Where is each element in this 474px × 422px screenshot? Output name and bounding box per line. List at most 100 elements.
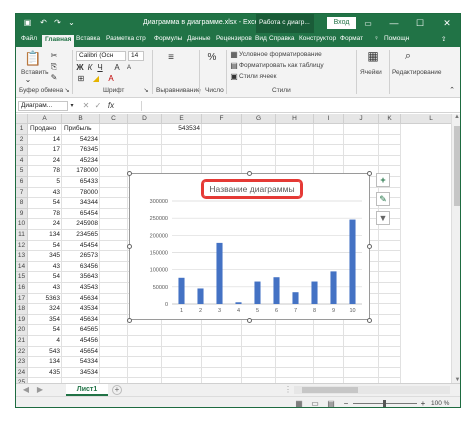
cell-value[interactable]: 64565: [62, 325, 100, 336]
cell-value[interactable]: 5: [28, 177, 62, 188]
tab-review[interactable]: Рецензиров: [216, 35, 252, 42]
resize-handle[interactable]: [127, 244, 132, 249]
tab-tell-me[interactable]: Помощн: [384, 35, 409, 42]
cell-value[interactable]: 324: [28, 304, 62, 315]
column-header[interactable]: K: [379, 114, 401, 124]
resize-handle[interactable]: [127, 171, 132, 176]
cell-value[interactable]: 14: [28, 135, 62, 146]
row-header[interactable]: 3: [16, 145, 28, 156]
zoom-slider-thumb[interactable]: [383, 400, 386, 407]
row-header[interactable]: 4: [16, 155, 28, 167]
page-break-icon[interactable]: ▤: [326, 399, 336, 407]
cell-value[interactable]: 43534: [62, 304, 100, 315]
tab-design[interactable]: Конструктор: [299, 35, 336, 42]
horizontal-scrollbar[interactable]: [294, 386, 450, 394]
row-header[interactable]: 15: [16, 272, 28, 283]
chevron-left-icon[interactable]: ◀: [22, 385, 30, 395]
resize-handle[interactable]: [247, 318, 252, 323]
borders-icon[interactable]: ⊞: [76, 74, 86, 84]
row-header[interactable]: 19: [16, 314, 28, 326]
cut-icon[interactable]: ✂: [49, 51, 59, 61]
more-icon[interactable]: ⋮: [284, 385, 292, 395]
cell-value[interactable]: 45234: [62, 156, 100, 167]
cell-value[interactable]: 45454: [62, 241, 100, 252]
cell-value[interactable]: 43: [28, 188, 62, 199]
brush-icon[interactable]: ✎: [376, 192, 390, 206]
normal-view-icon[interactable]: ▦: [294, 399, 304, 407]
cell-value[interactable]: 43: [28, 262, 62, 273]
cell-value[interactable]: 35643: [62, 272, 100, 283]
column-header[interactable]: H: [276, 114, 314, 124]
cell-value[interactable]: 45456: [62, 336, 100, 347]
font-color-icon[interactable]: A: [106, 74, 116, 84]
tab-help[interactable]: Справка: [269, 35, 295, 42]
row-header[interactable]: 21: [16, 336, 28, 347]
cell-value[interactable]: 45634: [62, 294, 100, 305]
row-header[interactable]: 5: [16, 166, 28, 177]
row-header[interactable]: 20: [16, 325, 28, 336]
chevron-up-icon[interactable]: ▲: [452, 114, 460, 120]
zoom-out-button[interactable]: −: [342, 399, 350, 407]
row-header[interactable]: 22: [16, 346, 28, 358]
row-header[interactable]: 17: [16, 293, 28, 305]
cell-value[interactable]: 24: [28, 219, 62, 230]
ribbon-display-icon[interactable]: ▭: [361, 17, 375, 30]
cell-value[interactable]: 54: [28, 272, 62, 283]
chevron-down-icon[interactable]: ⌄: [23, 75, 33, 85]
fx-icon[interactable]: fx: [106, 101, 116, 111]
maximize-button[interactable]: ☐: [413, 17, 427, 30]
row-header[interactable]: 10: [16, 219, 28, 230]
redo-icon[interactable]: ↷: [52, 17, 63, 29]
conditional-format-icon[interactable]: ▦: [230, 50, 238, 60]
cell-value[interactable]: 54: [28, 241, 62, 252]
save-icon[interactable]: ▣: [22, 17, 33, 29]
chart[interactable]: Название диаграммы 300000 250000 200000 150…: [129, 173, 370, 320]
page-layout-icon[interactable]: ▭: [310, 399, 320, 407]
paste-icon[interactable]: 📋: [24, 50, 41, 66]
cell-value[interactable]: 43: [28, 283, 62, 294]
cell-value[interactable]: 45654: [62, 347, 100, 358]
chevron-right-icon[interactable]: ▶: [36, 385, 44, 395]
cell-value[interactable]: 34344: [62, 198, 100, 209]
cell-value[interactable]: 78000: [62, 188, 100, 199]
row-header[interactable]: 13: [16, 251, 28, 262]
resize-handle[interactable]: [367, 244, 372, 249]
cell-value[interactable]: 543: [28, 347, 62, 358]
cell-value[interactable]: Прибыль: [62, 124, 100, 135]
name-box[interactable]: Диаграм...: [18, 101, 68, 111]
row-header[interactable]: 16: [16, 283, 28, 294]
collapse-ribbon-icon[interactable]: ⌃: [448, 86, 456, 96]
cell-value[interactable]: 65433: [62, 177, 100, 188]
vertical-scrollbar[interactable]: ▲ ▼: [451, 114, 460, 383]
cell-value[interactable]: 134: [28, 357, 62, 368]
cell-value[interactable]: 78: [28, 209, 62, 220]
cell-value[interactable]: 245908: [62, 219, 100, 230]
sheet-tab-active[interactable]: Лист1: [66, 384, 108, 396]
fill-color-icon[interactable]: ◢: [91, 74, 101, 84]
more-icon[interactable]: ⌄: [66, 17, 77, 29]
column-header[interactable]: I: [314, 114, 344, 124]
tab-formulas[interactable]: Формулы: [154, 35, 182, 42]
row-header[interactable]: 1: [16, 124, 28, 135]
cell-value[interactable]: 17: [28, 145, 62, 156]
cell-value[interactable]: 24: [28, 156, 62, 167]
scroll-thumb[interactable]: [302, 387, 358, 393]
cell-value[interactable]: 63456: [62, 262, 100, 273]
tab-data[interactable]: Данные: [187, 35, 210, 42]
format-painter-icon[interactable]: ✎: [49, 73, 59, 83]
row-header[interactable]: 7: [16, 187, 28, 199]
cell-value[interactable]: 178000: [62, 166, 100, 177]
cell-value[interactable]: Продано: [28, 124, 62, 135]
font-grow-icon[interactable]: A: [112, 63, 122, 73]
plus-icon[interactable]: +: [376, 173, 390, 187]
italic-button[interactable]: К: [86, 63, 94, 73]
cell-value[interactable]: 26573: [62, 251, 100, 262]
zoom-slider[interactable]: [353, 400, 417, 407]
cell-value[interactable]: 354: [28, 315, 62, 326]
search-icon[interactable]: ⌕: [400, 51, 416, 62]
check-icon[interactable]: ✓: [94, 101, 102, 111]
tab-insert[interactable]: Вставка: [76, 35, 100, 42]
zoom-level[interactable]: 100 %: [431, 400, 449, 407]
cell-value[interactable]: 345: [28, 251, 62, 262]
cell-value[interactable]: 4: [28, 336, 62, 347]
